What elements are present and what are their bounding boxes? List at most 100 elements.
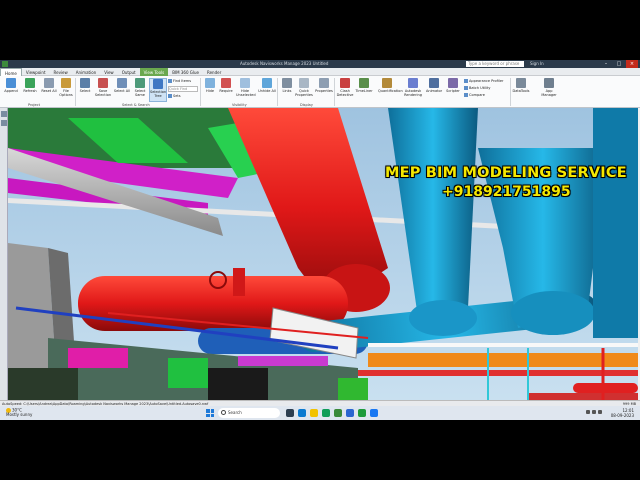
append-button[interactable]: Append [2,78,20,102]
timeliner-icon [359,78,369,88]
reset-all-label: Reset All [41,89,57,93]
promo-phone: +918921751895 [442,184,571,200]
refresh-button[interactable]: Refresh [21,78,39,102]
visibility-group-label: Visibility [232,103,247,107]
select-button[interactable]: Select [76,78,94,102]
window-controls: – □ × [600,60,638,68]
maximize-icon[interactable]: □ [613,60,625,68]
rendering-label: Autodesk Rendering [404,89,422,97]
select-same-button[interactable]: Select Same [131,78,149,102]
sign-in-link[interactable]: Sign In [530,61,544,66]
tab-render[interactable]: Render [203,68,225,76]
sets-label: Sets [173,94,181,98]
edge-icon[interactable] [298,409,306,417]
appearance-profiler-button[interactable]: Appearance Profiler [464,79,503,83]
datatools-icon [516,78,526,88]
timeliner-label: TimeLiner [355,89,373,93]
hide-label: Hide [206,89,214,93]
chrome-icon[interactable] [322,409,330,417]
autodesk-rendering-button[interactable]: Autodesk Rendering [404,78,422,102]
quick-find-placeholder: Quick Find [169,87,188,91]
app-manager-button[interactable]: App Manager [540,78,558,102]
volume-icon[interactable] [592,410,596,414]
taskbar-search[interactable]: Search [218,408,280,418]
windows-start-icon[interactable] [206,409,214,417]
tab-view[interactable]: View [100,68,118,76]
select-same-label: Select Same [134,89,146,97]
word-icon[interactable] [346,409,354,417]
unhide-all-button[interactable]: Unhide All [258,78,276,102]
select-same-icon [135,78,145,88]
quantification-icon [382,78,392,88]
clock[interactable]: 12:01 08-09-2023 [611,408,634,418]
require-button[interactable]: Require [217,78,235,102]
compare-label: Compare [469,93,485,97]
datatools-label: DataTools [512,89,530,93]
timeliner-button[interactable]: TimeLiner [355,78,373,102]
file-options-button[interactable]: File Options [57,78,75,102]
weather-widget[interactable]: 30°C Mostly sunny [6,408,32,418]
ribbon-tabs: Home Viewpoint Review Animation View Out… [0,68,640,76]
quick-properties-label: Quick Properties [295,89,313,97]
appearance-icon [464,79,468,83]
tab-view-tools[interactable]: View Tools [139,68,169,76]
datatools-button[interactable]: DataTools [512,78,530,102]
app-manager-label: App Manager [541,89,557,97]
tab-review[interactable]: Review [50,68,72,76]
save-selection-button[interactable]: Save Selection [94,78,112,102]
selection-tree-dock-icon[interactable] [1,111,7,117]
require-icon [221,78,231,88]
batch-utility-button[interactable]: Batch Utility [464,86,490,90]
properties-icon [319,78,329,88]
help-search-input[interactable]: Type a keyword or phrase [466,61,524,67]
compare-icon [464,93,468,97]
select-all-button[interactable]: Select All [113,78,131,102]
hide-unselected-button[interactable]: Hide Unselected [236,78,256,102]
select-search-group-label: Select & Search [122,103,150,107]
quick-properties-icon [299,78,309,88]
properties-button[interactable]: Properties [315,78,333,102]
file-explorer-icon[interactable] [310,409,318,417]
wifi-icon[interactable] [586,410,590,414]
selection-tree-button[interactable]: Selection Tree [149,78,167,102]
tab-home[interactable]: Home [0,68,22,76]
store-icon[interactable] [370,409,378,417]
battery-icon[interactable] [598,410,602,414]
compare-button[interactable]: Compare [464,93,485,97]
reset-all-button[interactable]: Reset All [40,78,58,102]
batch-utility-label: Batch Utility [469,86,491,90]
links-button[interactable]: Links [278,78,296,102]
task-view-icon[interactable] [286,409,294,417]
navisworks-taskbar-icon[interactable] [334,409,342,417]
tab-bim360-glue[interactable]: BIM 360 Glue [168,68,203,76]
title-bar: Autodesk Navisworks Manage 2023 Untitled… [0,60,640,68]
weather-text: Mostly sunny [6,412,33,417]
taskbar-apps [286,409,378,417]
navisworks-window: Autodesk Navisworks Manage 2023 Untitled… [0,60,640,420]
window-title: Autodesk Navisworks Manage 2023 Untitled [240,61,329,66]
excel-icon[interactable] [358,409,366,417]
tab-output[interactable]: Output [118,68,140,76]
find-icon [168,79,172,83]
scripter-icon [448,78,458,88]
sets-dock-icon[interactable] [1,120,7,126]
select-all-label: Select All [113,89,131,93]
require-label: Require [219,89,233,93]
scripter-button[interactable]: Scripter [444,78,462,102]
tab-viewpoint[interactable]: Viewpoint [22,68,50,76]
scripter-label: Scripter [446,89,460,93]
minimize-icon[interactable]: – [600,60,612,68]
3d-viewport[interactable]: MEP BIM MODELING SERVICE +918921751895 [8,108,638,420]
quantification-button[interactable]: Quantification [378,78,403,102]
sets-dropdown[interactable]: Sets [168,94,181,98]
quick-properties-button[interactable]: Quick Properties [295,78,313,102]
animator-button[interactable]: Animator [425,78,443,102]
close-icon[interactable]: × [626,60,638,68]
windows-taskbar: 30°C Mostly sunny Search 12:01 08-09-202… [0,406,640,420]
clash-detective-button[interactable]: Clash Detective [336,78,354,102]
app-icon[interactable] [2,61,8,67]
quick-find-input[interactable]: Quick Find [168,86,198,92]
find-items-button[interactable]: Find Items [168,79,191,83]
search-icon [221,410,226,415]
tab-animation[interactable]: Animation [72,68,100,76]
